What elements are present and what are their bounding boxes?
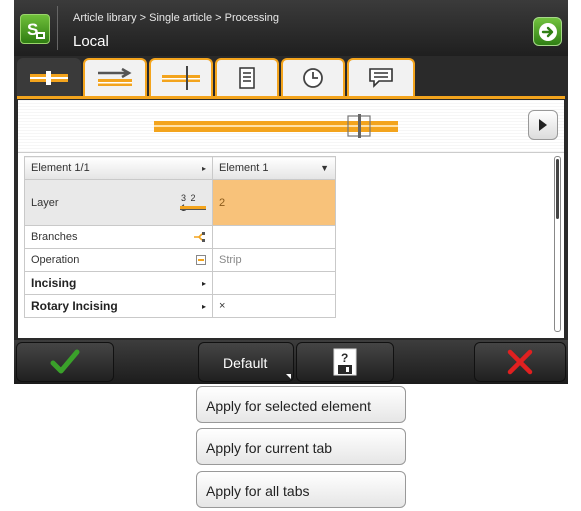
chevron-down-icon: ▼ <box>320 163 329 173</box>
tab-clock[interactable] <box>281 58 345 96</box>
element-count-header[interactable]: Element 1/1 ▸ <box>24 156 213 180</box>
bottom-toolbar: Default ? <box>14 340 568 384</box>
tab-comment[interactable] <box>347 58 415 96</box>
property-table: Element 1/1 ▸ Element 1 ▼ Layer 3 2 1 <box>24 156 336 318</box>
profile-preview-graphic <box>154 114 398 138</box>
element-count-label: Element 1/1 <box>31 162 90 174</box>
clock-icon <box>303 68 323 88</box>
svg-text:?: ? <box>341 351 348 365</box>
ok-button[interactable] <box>16 342 114 382</box>
layer-value-cell[interactable]: 2 <box>212 179 336 226</box>
row-label: Layer <box>31 196 59 209</box>
operation-icon <box>196 255 206 265</box>
row-label: Rotary Incising <box>31 299 118 313</box>
row-label: Incising <box>31 276 77 290</box>
default-dropdown-button[interactable]: Default <box>198 342 294 382</box>
tab-underline <box>17 96 565 99</box>
document-list-icon <box>239 67 255 89</box>
table-row: Operation Strip <box>24 248 336 272</box>
branches-icon <box>194 232 205 242</box>
arrow-circle-icon <box>539 23 557 41</box>
preview-next-button[interactable] <box>528 110 558 140</box>
profile-bar-icon <box>30 71 68 85</box>
tab-list[interactable] <box>215 58 279 96</box>
element-select-label: Element 1 <box>219 162 269 174</box>
branches-value-cell[interactable] <box>212 225 336 249</box>
header-bar: S Article library > Single article > Pro… <box>14 0 568 56</box>
page-title: Local <box>73 33 109 50</box>
profile-preview <box>18 100 564 153</box>
layer-label-cell: Layer 3 2 1 <box>24 179 213 226</box>
menu-item-apply-selected[interactable]: Apply for selected element <box>196 386 406 423</box>
tab-strip <box>17 58 565 98</box>
dropdown-corner-icon <box>286 374 291 379</box>
table-header-row: Element 1/1 ▸ Element 1 ▼ <box>24 156 336 180</box>
row-label: Branches <box>31 231 78 243</box>
rotary-incising-label-cell[interactable]: Rotary Incising ▸ <box>24 294 213 318</box>
tab-profile[interactable] <box>17 58 81 96</box>
save-button[interactable]: ? <box>296 342 394 382</box>
default-label: Default <box>223 355 268 371</box>
row-value: 2 <box>219 196 226 209</box>
arrow-right-icon: ▸ <box>201 163 206 173</box>
cancel-button[interactable] <box>474 342 566 382</box>
branches-label-cell: Branches <box>24 225 213 249</box>
table-row: Branches <box>24 225 336 249</box>
tab-feed[interactable] <box>83 58 147 96</box>
scrollbar-thumb[interactable] <box>556 159 559 219</box>
checkmark-icon <box>50 349 80 374</box>
breadcrumb: Article library > Single article > Proce… <box>73 12 280 24</box>
element-select-header[interactable]: Element 1 ▼ <box>212 156 336 180</box>
table-row: Incising ▸ <box>24 271 336 295</box>
close-icon <box>507 349 533 375</box>
menu-item-apply-all-tabs[interactable]: Apply for all tabs <box>196 471 406 508</box>
floppy-question-icon: ? <box>333 348 357 376</box>
table-row: Rotary Incising ▸ × <box>24 294 336 318</box>
row-value: Strip <box>219 254 242 266</box>
cut-position-icon <box>162 66 200 90</box>
arrow-right-icon: ▸ <box>201 278 206 288</box>
operation-label-cell: Operation <box>24 248 213 272</box>
incising-label-cell[interactable]: Incising ▸ <box>24 271 213 295</box>
table-row: Layer 3 2 1 2 <box>24 179 336 226</box>
go-button[interactable] <box>533 17 562 46</box>
tab-cut[interactable] <box>149 58 213 96</box>
feed-arrow-icon <box>98 67 132 86</box>
main-panel: Element 1/1 ▸ Element 1 ▼ Layer 3 2 1 <box>18 100 564 338</box>
rotary-incising-value-cell[interactable]: × <box>212 294 336 318</box>
incising-value-cell[interactable] <box>212 271 336 295</box>
row-value: × <box>219 300 226 312</box>
vertical-scrollbar[interactable] <box>554 156 561 332</box>
arrow-right-icon: ▸ <box>201 301 206 311</box>
app-logo-icon[interactable]: S <box>20 14 50 44</box>
comment-icon <box>369 68 393 88</box>
row-label: Operation <box>31 254 80 266</box>
header-divider <box>57 6 58 50</box>
operation-value-cell[interactable]: Strip <box>212 248 336 272</box>
play-right-icon <box>539 119 547 131</box>
menu-item-apply-current-tab[interactable]: Apply for current tab <box>196 428 406 465</box>
app-window: S Article library > Single article > Pro… <box>14 0 568 384</box>
layer-ruler-icon: 3 2 1 <box>180 193 206 213</box>
